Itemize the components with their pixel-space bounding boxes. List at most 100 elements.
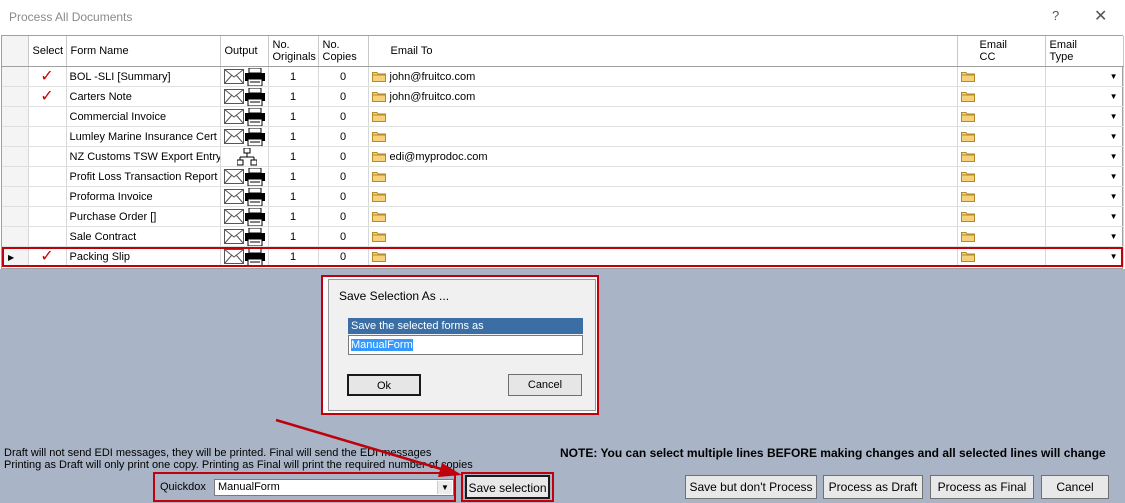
originals-cell[interactable]: 1 xyxy=(268,186,319,207)
header-no-copies[interactable]: No. Copies xyxy=(318,36,369,67)
row-header[interactable] xyxy=(2,146,29,167)
process-as-final-button[interactable]: Process as Final xyxy=(930,475,1034,499)
copies-cell[interactable]: 0 xyxy=(318,166,369,187)
header-email-type[interactable]: Email Type xyxy=(1045,36,1124,67)
copies-cell[interactable]: 0 xyxy=(318,86,369,107)
email-cc-cell[interactable] xyxy=(957,166,1046,187)
output-cell[interactable] xyxy=(220,146,269,167)
originals-cell[interactable]: 1 xyxy=(268,206,319,227)
email-type-cell[interactable]: ▼ xyxy=(1045,206,1124,227)
output-cell[interactable] xyxy=(220,186,269,207)
output-cell[interactable] xyxy=(220,226,269,247)
chevron-down-icon[interactable]: ▼ xyxy=(1110,112,1118,121)
copies-cell[interactable]: 0 xyxy=(318,226,369,247)
row-header[interactable] xyxy=(2,166,29,187)
folder-icon[interactable] xyxy=(371,171,386,183)
chevron-down-icon[interactable]: ▼ xyxy=(1110,132,1118,141)
email-to-cell[interactable]: edi@myprodoc.com xyxy=(368,146,958,167)
email-to-cell[interactable] xyxy=(368,166,958,187)
form-name-cell[interactable]: Commercial Invoice xyxy=(66,106,221,127)
form-name-cell[interactable]: Proforma Invoice xyxy=(66,186,221,207)
chevron-down-icon[interactable]: ▼ xyxy=(437,481,452,494)
form-name-cell[interactable]: NZ Customs TSW Export Entry xyxy=(66,146,221,167)
folder-icon[interactable] xyxy=(371,231,386,243)
email-type-cell[interactable]: ▼ xyxy=(1045,126,1124,147)
ok-button[interactable]: Ok xyxy=(347,374,421,396)
email-to-cell[interactable] xyxy=(368,246,958,267)
originals-cell[interactable]: 1 xyxy=(268,166,319,187)
copies-cell[interactable]: 0 xyxy=(318,66,369,87)
table-row[interactable]: Sale Contract 1 0 ▼ xyxy=(2,226,1124,247)
chevron-down-icon[interactable]: ▼ xyxy=(1110,252,1118,261)
folder-icon[interactable] xyxy=(371,111,386,123)
output-cell[interactable] xyxy=(220,106,269,127)
chevron-down-icon[interactable]: ▼ xyxy=(1110,92,1118,101)
form-name-cell[interactable]: BOL -SLI [Summary] xyxy=(66,66,221,87)
folder-icon[interactable] xyxy=(960,171,975,183)
header-email-cc[interactable]: Email CC xyxy=(957,36,1046,67)
folder-icon[interactable] xyxy=(371,191,386,203)
output-cell[interactable] xyxy=(220,246,269,267)
table-row[interactable]: Commercial Invoice 1 0 ▼ xyxy=(2,106,1124,127)
selection-name-input[interactable]: ManualForm xyxy=(348,335,583,355)
quickdox-select[interactable]: ManualForm ▼ xyxy=(214,479,454,496)
header-email-to[interactable]: Email To xyxy=(368,36,958,67)
originals-cell[interactable]: 1 xyxy=(268,146,319,167)
form-name-cell[interactable]: Sale Contract xyxy=(66,226,221,247)
chevron-down-icon[interactable]: ▼ xyxy=(1110,192,1118,201)
email-cc-cell[interactable] xyxy=(957,206,1046,227)
email-type-cell[interactable]: ▼ xyxy=(1045,106,1124,127)
row-header[interactable] xyxy=(2,206,29,227)
folder-icon[interactable] xyxy=(371,131,386,143)
form-name-cell[interactable]: Packing Slip xyxy=(66,246,221,267)
email-type-cell[interactable]: ▼ xyxy=(1045,186,1124,207)
cancel-button[interactable]: Cancel xyxy=(1041,475,1109,499)
originals-cell[interactable]: 1 xyxy=(268,86,319,107)
header-form-name[interactable]: Form Name xyxy=(66,36,221,67)
chevron-down-icon[interactable]: ▼ xyxy=(1110,72,1118,81)
select-cell[interactable] xyxy=(28,166,67,187)
email-cc-cell[interactable] xyxy=(957,226,1046,247)
help-icon[interactable]: ? xyxy=(1052,8,1059,23)
save-but-dont-process-button[interactable]: Save but don't Process xyxy=(685,475,817,499)
select-cell[interactable] xyxy=(28,226,67,247)
originals-cell[interactable]: 1 xyxy=(268,106,319,127)
folder-icon[interactable] xyxy=(371,251,386,263)
originals-cell[interactable]: 1 xyxy=(268,246,319,267)
email-to-cell[interactable] xyxy=(368,206,958,227)
header-select[interactable]: Select xyxy=(28,36,67,67)
header-no-originals[interactable]: No. Originals xyxy=(268,36,319,67)
row-header[interactable] xyxy=(2,66,29,87)
select-cell[interactable] xyxy=(28,106,67,127)
email-cc-cell[interactable] xyxy=(957,86,1046,107)
folder-icon[interactable] xyxy=(960,251,975,263)
email-type-cell[interactable]: ▼ xyxy=(1045,246,1124,267)
folder-icon[interactable] xyxy=(371,151,386,163)
select-cell[interactable]: ✓ xyxy=(28,246,67,267)
save-selection-button[interactable]: Save selection xyxy=(465,475,550,499)
table-row[interactable]: ✓ BOL -SLI [Summary] 1 0 john@fruitco.com ▼ xyxy=(2,66,1124,87)
table-row[interactable]: Purchase Order [] 1 0 ▼ xyxy=(2,206,1124,227)
folder-icon[interactable] xyxy=(960,91,975,103)
process-as-draft-button[interactable]: Process as Draft xyxy=(823,475,923,499)
email-cc-cell[interactable] xyxy=(957,106,1046,127)
dialog-cancel-button[interactable]: Cancel xyxy=(508,374,582,396)
email-to-cell[interactable]: john@fruitco.com xyxy=(368,86,958,107)
chevron-down-icon[interactable]: ▼ xyxy=(1110,172,1118,181)
select-cell[interactable]: ✓ xyxy=(28,86,67,107)
table-row[interactable]: NZ Customs TSW Export Entry 1 0 edi@myprodo… xyxy=(2,146,1124,167)
table-row[interactable]: Profit Loss Transaction Report 1 0 ▼ xyxy=(2,166,1124,187)
email-type-cell[interactable]: ▼ xyxy=(1045,86,1124,107)
row-header[interactable] xyxy=(2,106,29,127)
output-cell[interactable] xyxy=(220,126,269,147)
row-header[interactable] xyxy=(2,226,29,247)
folder-icon[interactable] xyxy=(371,71,386,83)
form-name-cell[interactable]: Profit Loss Transaction Report xyxy=(66,166,221,187)
close-icon[interactable]: ✕ xyxy=(1094,6,1107,26)
folder-icon[interactable] xyxy=(960,111,975,123)
select-cell[interactable]: ✓ xyxy=(28,66,67,87)
copies-cell[interactable]: 0 xyxy=(318,246,369,267)
email-to-cell[interactable] xyxy=(368,226,958,247)
row-header[interactable] xyxy=(2,126,29,147)
email-to-cell[interactable] xyxy=(368,186,958,207)
